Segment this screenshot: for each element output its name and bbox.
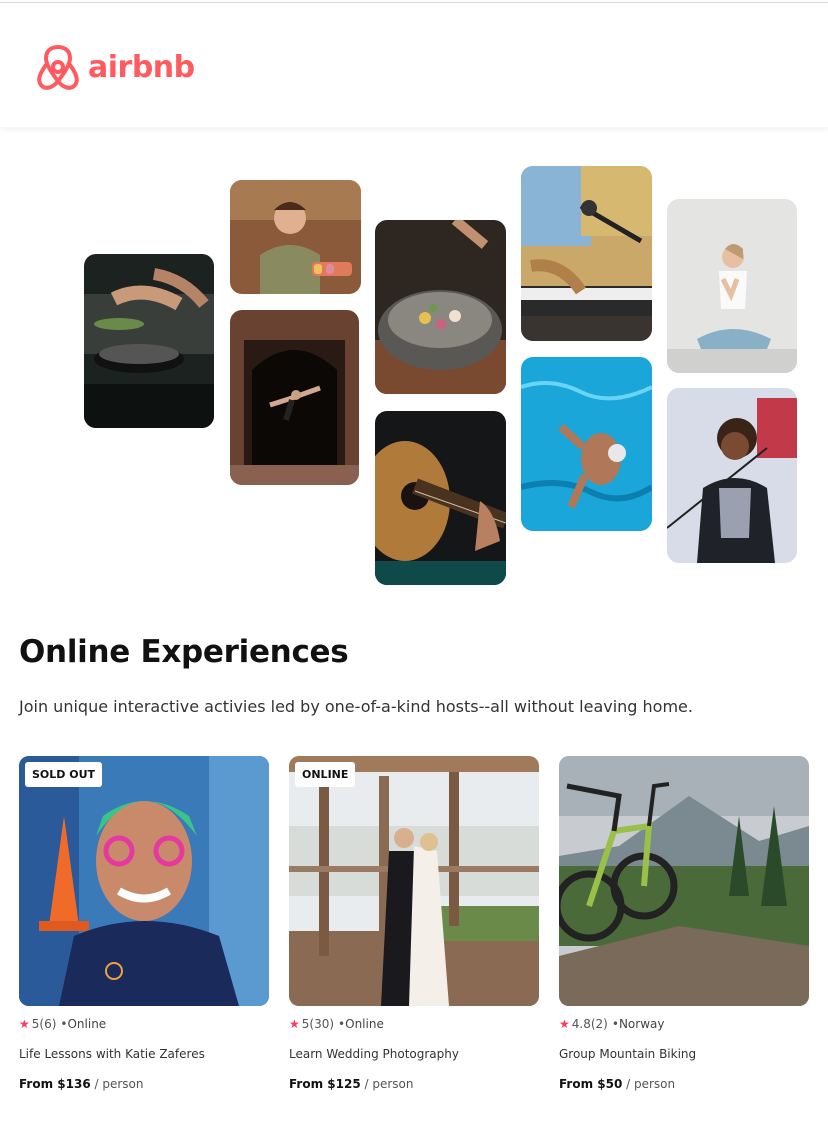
star-icon: ★ xyxy=(19,1017,30,1031)
price-slash: / xyxy=(360,1077,373,1091)
section-title: Online Experiences xyxy=(19,634,349,670)
status-badge: SOLD OUT xyxy=(25,762,103,787)
collage-photo-macarons xyxy=(230,180,361,294)
airbnb-logo[interactable]: airbnb xyxy=(36,43,195,93)
navbar: airbnb xyxy=(0,3,828,127)
hero-collage xyxy=(0,128,828,598)
experience-photo[interactable] xyxy=(559,756,809,1006)
experience-photo[interactable]: SOLD OUT xyxy=(19,756,269,1006)
brand-name: airbnb xyxy=(88,50,195,85)
price-value: From $136 xyxy=(19,1077,91,1091)
experience-card[interactable]: ★ 4.8 (2) • Norway Group Mountain Biking… xyxy=(559,756,809,1091)
airbnb-belo-icon xyxy=(37,45,79,90)
rating-value: 5 xyxy=(301,1017,310,1031)
rating-row: ★ 5 (30) • Online xyxy=(289,1017,539,1031)
price-row: From $125 / person xyxy=(289,1077,539,1091)
price-slash: / xyxy=(622,1077,634,1091)
location: Online xyxy=(345,1017,384,1031)
collage-photo-dancer xyxy=(230,310,359,485)
location: Norway xyxy=(618,1017,665,1031)
price-value: From $125 xyxy=(289,1077,361,1091)
price-value: From $50 xyxy=(559,1077,623,1091)
experience-title[interactable]: Learn Wedding Photography xyxy=(289,1047,539,1061)
collage-photo-singer xyxy=(667,388,797,563)
status-badge: ONLINE xyxy=(295,762,356,787)
star-icon: ★ xyxy=(289,1017,300,1031)
collage-photo-swimmer xyxy=(521,357,652,531)
price-unit: person xyxy=(102,1077,144,1091)
rating-value: 5 xyxy=(31,1017,40,1031)
experience-title[interactable]: Life Lessons with Katie Zaferes xyxy=(19,1047,269,1061)
section-subtitle: Join unique interactive activies led by … xyxy=(19,697,693,716)
collage-photo-guitar xyxy=(375,411,506,585)
experience-card[interactable]: ONLINE ★ 5 (30) • Online Learn Wedding P… xyxy=(289,756,539,1091)
review-count: (30) xyxy=(309,1017,335,1031)
price-unit: person xyxy=(634,1077,676,1091)
rating-value: 4.8 xyxy=(571,1017,591,1031)
price-row: From $50 / person xyxy=(559,1077,809,1091)
dot-separator: • xyxy=(611,1017,619,1031)
dot-separator: • xyxy=(338,1017,346,1031)
review-count: (2) xyxy=(590,1017,608,1031)
collage-photo-keyboard xyxy=(521,166,652,341)
experience-card[interactable]: SOLD OUT ★ 5 (6) • Online Life Lessons w… xyxy=(19,756,269,1091)
experience-title[interactable]: Group Mountain Biking xyxy=(559,1047,809,1061)
collage-photo-dish xyxy=(375,220,506,394)
star-icon: ★ xyxy=(559,1017,570,1031)
price-row: From $136 / person xyxy=(19,1077,269,1091)
price-slash: / xyxy=(90,1077,103,1091)
price-unit: person xyxy=(372,1077,414,1091)
collage-photo-yoga xyxy=(667,199,797,373)
rating-row: ★ 4.8 (2) • Norway xyxy=(559,1017,809,1031)
experience-photo[interactable]: ONLINE xyxy=(289,756,539,1006)
dot-separator: • xyxy=(60,1017,68,1031)
review-count: (6) xyxy=(39,1017,57,1031)
rating-row: ★ 5 (6) • Online xyxy=(19,1017,269,1031)
location: Online xyxy=(67,1017,107,1031)
collage-photo-cooking xyxy=(84,254,214,428)
